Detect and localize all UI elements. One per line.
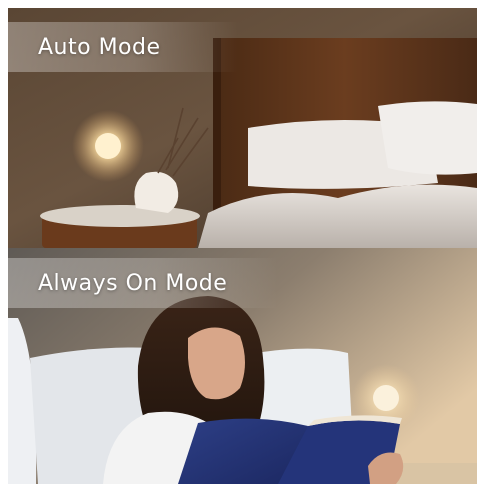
pillow <box>378 101 477 175</box>
auto-mode-panel: Auto Mode <box>8 8 477 248</box>
mode-comparison-image: Auto Mode Always On Mode <box>8 8 477 484</box>
vase <box>134 171 179 213</box>
night-light <box>373 385 399 411</box>
mode-label-bar: Always On Mode <box>8 258 278 308</box>
mode-label-bar: Auto Mode <box>8 22 238 72</box>
always-on-mode-panel: Always On Mode <box>8 248 477 484</box>
person-face <box>188 327 245 400</box>
mode-label: Always On Mode <box>38 270 228 296</box>
mode-label: Auto Mode <box>38 34 161 60</box>
night-light <box>95 133 121 159</box>
